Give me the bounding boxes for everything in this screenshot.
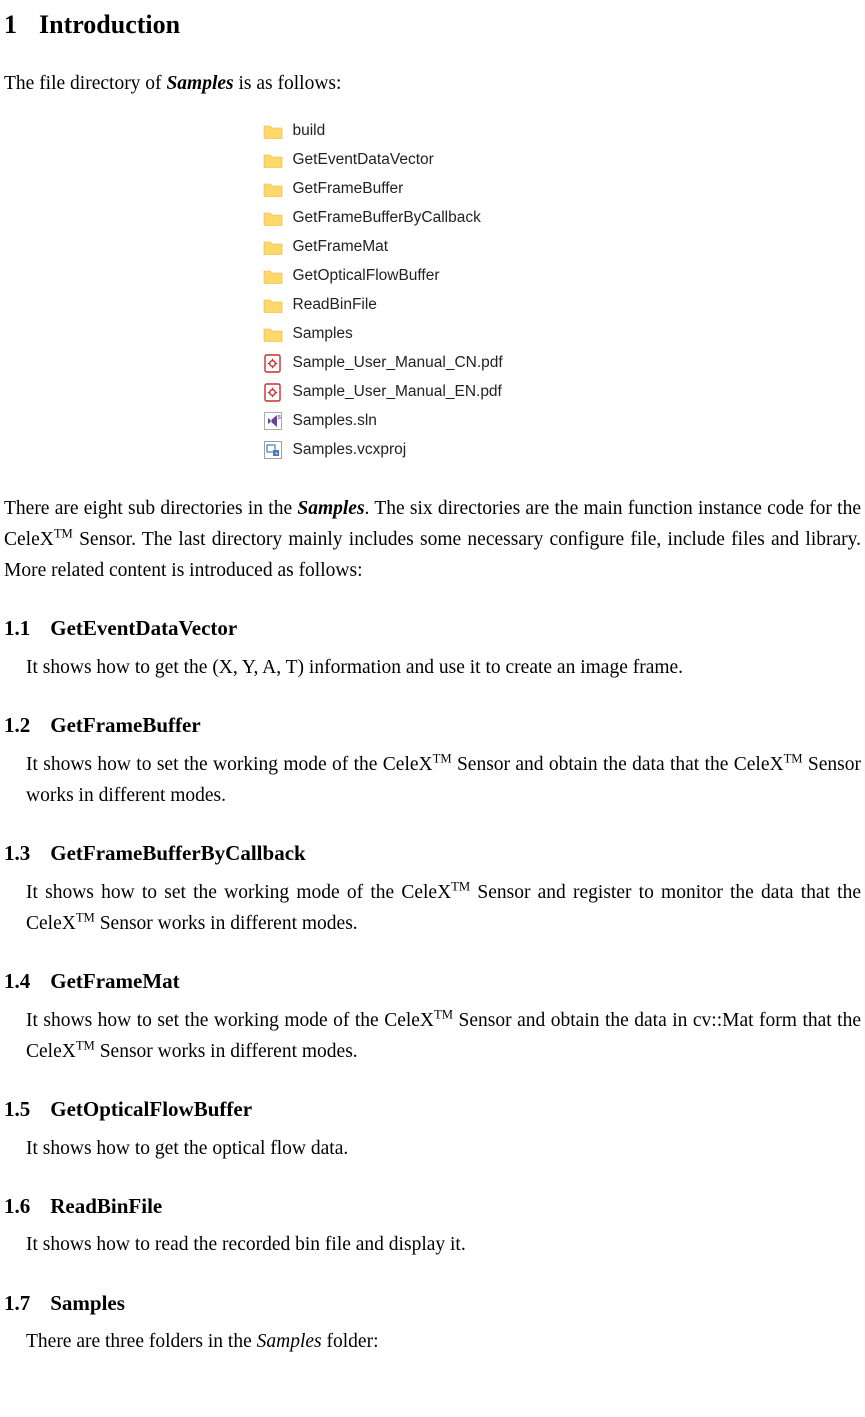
tm-superscript: TM: [76, 1038, 95, 1052]
subsection-number: 1.5: [4, 1093, 30, 1127]
folder-icon: [263, 238, 283, 256]
folder-label: GetEventDataVector: [293, 152, 434, 168]
tm-superscript: TM: [451, 879, 470, 893]
file-label: Sample_User_Manual_EN.pdf: [293, 384, 502, 400]
pdf-icon: [263, 354, 283, 372]
subsection-number: 1.1: [4, 612, 30, 646]
subsection-heading: 1.6 ReadBinFile: [4, 1190, 861, 1224]
folder-label: GetOpticalFlowBuffer: [293, 268, 440, 284]
subsection-title-text: GetFrameBuffer: [50, 713, 200, 737]
folder-icon: [263, 122, 283, 140]
section-heading: 1 Introduction: [4, 4, 861, 46]
file-label: Sample_User_Manual_CN.pdf: [293, 355, 503, 371]
file-label: Samples.vcxproj: [293, 442, 407, 458]
subsection-heading: 1.1 GetEventDataVector: [4, 612, 861, 646]
desc-text: There are eight sub directories in the: [4, 498, 297, 519]
body-text: folder:: [322, 1331, 379, 1352]
subsection-title-text: GetEventDataVector: [50, 616, 237, 640]
description-paragraph: There are eight sub directories in the S…: [4, 493, 861, 587]
folder-row: GetOpticalFlowBuffer: [263, 262, 603, 291]
folder-label: GetFrameMat: [293, 239, 389, 255]
folder-icon: [263, 325, 283, 343]
folder-row: build: [263, 117, 603, 146]
section-number: 1: [4, 4, 17, 46]
svg-text:5: 5: [278, 415, 281, 421]
file-label: Samples.sln: [293, 413, 377, 429]
subsection-body: It shows how to get the (X, Y, A, T) inf…: [26, 652, 861, 683]
subsection-number: 1.7: [4, 1287, 30, 1321]
subsection-title-text: Samples: [50, 1291, 125, 1315]
tm-superscript: TM: [54, 526, 73, 540]
folder-icon: [263, 296, 283, 314]
sln-file-row: 5 Samples.sln: [263, 407, 603, 436]
body-text: There are three folders in the: [26, 1331, 257, 1352]
subsection-body: It shows how to get the optical flow dat…: [26, 1133, 861, 1164]
subsection-number: 1.6: [4, 1190, 30, 1224]
subsection-body: There are three folders in the Samples f…: [26, 1326, 861, 1357]
subsection-body: It shows how to set the working mode of …: [26, 877, 861, 939]
folder-row: Samples: [263, 320, 603, 349]
folder-icon: [263, 151, 283, 169]
body-text: It shows how to set the working mode of …: [26, 1010, 434, 1031]
subsection-body: It shows how to read the recorded bin fi…: [26, 1229, 861, 1260]
body-samples-word: Samples: [257, 1331, 322, 1352]
body-text: Sensor and obtain the data that the Cele…: [452, 754, 784, 775]
tm-superscript: TM: [433, 751, 452, 765]
folder-icon: [263, 209, 283, 227]
intro-text-after: is as follows:: [234, 73, 342, 94]
folder-row: GetFrameMat: [263, 233, 603, 262]
subsection-heading: 1.4 GetFrameMat: [4, 965, 861, 999]
body-text: Sensor works in different modes.: [95, 913, 358, 934]
subsection-number: 1.2: [4, 709, 30, 743]
subsection-heading: 1.5 GetOpticalFlowBuffer: [4, 1093, 861, 1127]
svg-text:+: +: [275, 451, 278, 456]
subsection-title-text: GetFrameBufferByCallback: [50, 841, 305, 865]
folder-label: ReadBinFile: [293, 297, 377, 313]
subsection-body: It shows how to set the working mode of …: [26, 1005, 861, 1067]
subsection-title-text: GetOpticalFlowBuffer: [50, 1097, 252, 1121]
subsection-number: 1.4: [4, 965, 30, 999]
folder-label: GetFrameBufferByCallback: [293, 210, 481, 226]
folder-icon: [263, 180, 283, 198]
intro-paragraph: The file directory of Samples is as foll…: [4, 68, 861, 99]
file-listing: build GetEventDataVector GetFrameBuffer …: [263, 117, 603, 465]
folder-label: GetFrameBuffer: [293, 181, 404, 197]
folder-label: Samples: [293, 326, 353, 342]
folder-label: build: [293, 123, 326, 139]
pdf-file-row: Sample_User_Manual_CN.pdf: [263, 349, 603, 378]
body-text: It shows how to set the working mode of …: [26, 882, 451, 903]
tm-superscript: TM: [434, 1007, 453, 1021]
intro-samples-word: Samples: [166, 73, 233, 94]
vcxproj-icon: +: [263, 441, 283, 459]
subsection-title-text: GetFrameMat: [50, 969, 179, 993]
section-title-text: Introduction: [39, 10, 180, 39]
body-text: It shows how to set the working mode of …: [26, 754, 433, 775]
folder-icon: [263, 267, 283, 285]
intro-text-before: The file directory of: [4, 73, 166, 94]
subsection-heading: 1.2 GetFrameBuffer: [4, 709, 861, 743]
vcxproj-file-row: + Samples.vcxproj: [263, 436, 603, 465]
pdf-file-row: Sample_User_Manual_EN.pdf: [263, 378, 603, 407]
desc-samples-word: Samples: [297, 498, 364, 519]
desc-text: Sensor. The last directory mainly includ…: [4, 529, 861, 581]
tm-superscript: TM: [76, 910, 95, 924]
folder-row: GetFrameBuffer: [263, 175, 603, 204]
subsection-title-text: ReadBinFile: [50, 1194, 162, 1218]
folder-row: GetEventDataVector: [263, 146, 603, 175]
subsection-heading: 1.7 Samples: [4, 1287, 861, 1321]
visual-studio-sln-icon: 5: [263, 412, 283, 430]
subsection-number: 1.3: [4, 837, 30, 871]
tm-superscript: TM: [784, 751, 803, 765]
body-text: Sensor works in different modes.: [95, 1041, 358, 1062]
folder-row: ReadBinFile: [263, 291, 603, 320]
subsection-heading: 1.3 GetFrameBufferByCallback: [4, 837, 861, 871]
subsection-body: It shows how to set the working mode of …: [26, 749, 861, 811]
pdf-icon: [263, 383, 283, 401]
folder-row: GetFrameBufferByCallback: [263, 204, 603, 233]
